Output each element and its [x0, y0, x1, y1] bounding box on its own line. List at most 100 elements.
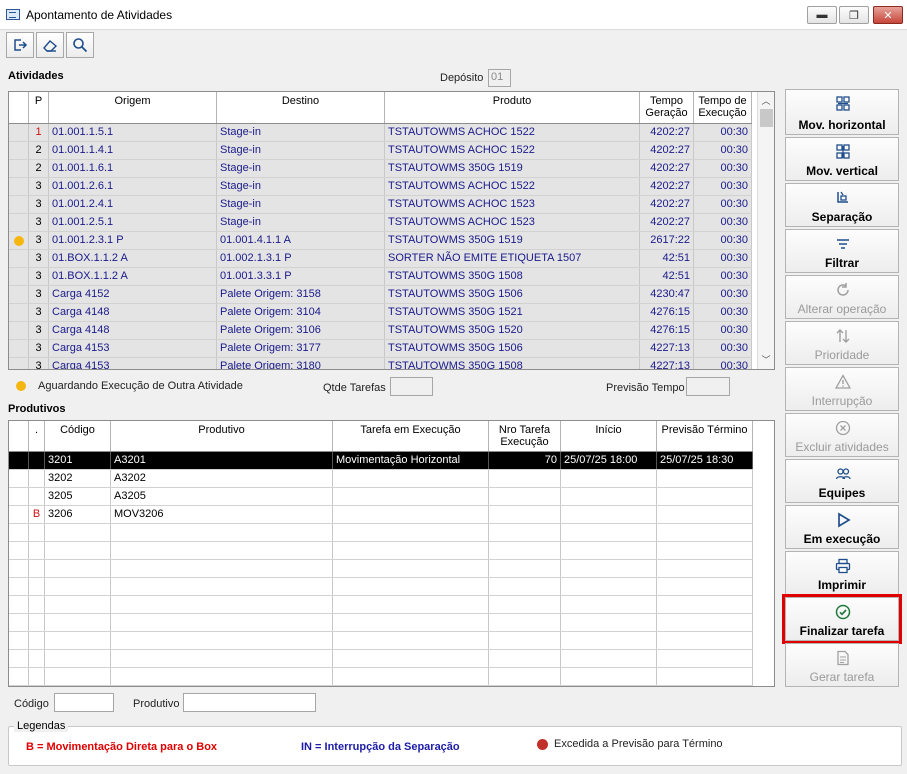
row-indicator	[9, 268, 29, 285]
cell-origem: Carga 4153	[49, 358, 217, 369]
table-row[interactable]: 3201 A3201 Movimentação Horizontal 70 25/07/…	[9, 452, 753, 470]
cell-tempo-geracao: 4202:27	[640, 214, 694, 231]
scroll-up-icon[interactable]: ︿	[758, 92, 774, 109]
mov-horizontal-button[interactable]: Mov. horizontal	[785, 89, 899, 135]
header-nro-tarefa[interactable]: Nro Tarefa Execução	[489, 421, 561, 451]
clear-button[interactable]	[36, 32, 64, 58]
table-row[interactable]: 3 Carga 4153 Palete Origem: 3177 TSTAUTOWMS…	[9, 340, 752, 358]
header-tarefa[interactable]: Tarefa em Execução	[333, 421, 489, 451]
header-tempo-geracao[interactable]: Tempo Geração	[640, 92, 694, 123]
cell-nro-tarefa	[489, 668, 561, 685]
cell-p: 3	[29, 322, 49, 339]
table-row[interactable]: 3 Carga 4148 Palete Origem: 3104 TSTAUTOWMS…	[9, 304, 752, 322]
header-produtivo[interactable]: Produtivo	[111, 421, 333, 451]
cell-tempo-geracao: 4230:47	[640, 286, 694, 303]
table-row[interactable]: 3 01.BOX.1.1.2 A 01.002.1.3.1 P SORTER NÃO …	[9, 250, 752, 268]
legend-b: B = Movimentação Direta para o Box	[26, 741, 218, 753]
table-row[interactable]: 3 01.001.2.3.1 P 01.001.4.1.1 A TSTAUTOWMS …	[9, 232, 752, 250]
header-inicio[interactable]: Início	[561, 421, 657, 451]
table-row[interactable]: 3202 A3202	[9, 470, 753, 488]
equipes-button[interactable]: Equipes	[785, 459, 899, 503]
header-produto[interactable]: Produto	[385, 92, 640, 123]
table-row[interactable]: 3 01.BOX.1.1.2 A 01.001.3.3.1 P TSTAUTOWMS …	[9, 268, 752, 286]
cell-previsao-termino	[657, 596, 753, 613]
header-flag[interactable]: .	[29, 421, 45, 451]
legend-box: B = Movimentação Direta para o Box IN = …	[8, 726, 902, 766]
table-row[interactable]: 2 01.001.1.4.1 Stage-in TSTAUTOWMS ACHOC 15…	[9, 142, 752, 160]
table-row[interactable]: 1 01.001.1.5.1 Stage-in TSTAUTOWMS ACHOC 15…	[9, 124, 752, 142]
row-blank	[9, 470, 29, 487]
close-button[interactable]: ✕	[873, 6, 903, 24]
codigo-filter-input[interactable]	[54, 693, 114, 712]
header-previsao-termino[interactable]: Previsão Término	[657, 421, 753, 451]
cell-produtivo	[111, 632, 333, 649]
header-tempo-execucao[interactable]: Tempo de Execução	[694, 92, 752, 123]
atividades-grid[interactable]: P Origem Destino Produto Tempo Geração T…	[8, 91, 775, 370]
table-row[interactable]: 3 Carga 4152 Palete Origem: 3158 TSTAUTOWMS…	[9, 286, 752, 304]
row-blank	[9, 632, 29, 649]
cell-produto: TSTAUTOWMS 350G 1508	[385, 268, 640, 285]
row-indicator	[9, 232, 29, 249]
header-codigo[interactable]: Código	[45, 421, 111, 451]
marker-legend-text: Aguardando Execução de Outra Atividade	[38, 380, 243, 392]
finalizar-tarefa-button[interactable]: Finalizar tarefa	[782, 594, 902, 644]
cell-inicio	[561, 470, 657, 487]
cell-tempo-execucao: 00:30	[694, 286, 752, 303]
cell-produtivo: A3202	[111, 470, 333, 487]
gerar-tarefa-button[interactable]: Gerar tarefa	[785, 643, 899, 687]
cell-tempo-geracao: 4202:27	[640, 160, 694, 177]
imprimir-button[interactable]: Imprimir	[785, 551, 899, 595]
maximize-button[interactable]: ❐	[839, 6, 869, 24]
alterar-operacao-button[interactable]: Alterar operação	[785, 275, 899, 319]
cell-flag	[29, 524, 45, 541]
empty-row	[9, 524, 753, 542]
header-destino[interactable]: Destino	[217, 92, 385, 123]
table-row[interactable]: B 3206 MOV3206	[9, 506, 753, 524]
side-button-label: Filtrar	[824, 256, 859, 270]
header-origem[interactable]: Origem	[49, 92, 217, 123]
table-row[interactable]: 3205 A3205	[9, 488, 753, 506]
separacao-button[interactable]: Separação	[785, 183, 899, 227]
cell-origem: 01.001.2.6.1	[49, 178, 217, 195]
cell-nro-tarefa	[489, 560, 561, 577]
deposito-field[interactable]: 01	[488, 69, 511, 87]
mov-vertical-button[interactable]: Mov. vertical	[785, 137, 899, 181]
cell-p: 3	[29, 340, 49, 357]
table-row[interactable]: 3 Carga 4148 Palete Origem: 3106 TSTAUTOWMS…	[9, 322, 752, 340]
cell-produtivo: A3205	[111, 488, 333, 505]
table-row[interactable]: 3 01.001.2.5.1 Stage-in TSTAUTOWMS ACHOC 15…	[9, 214, 752, 232]
cell-flag	[29, 632, 45, 649]
interrupcao-button[interactable]: Interrupção	[785, 367, 899, 411]
exit-button[interactable]	[6, 32, 34, 58]
produtivos-label: Produtivos	[8, 403, 66, 415]
table-row[interactable]: 3 01.001.2.4.1 Stage-in TSTAUTOWMS ACHOC 15…	[9, 196, 752, 214]
scroll-thumb[interactable]	[760, 109, 773, 127]
cell-flag	[29, 488, 45, 505]
header-p[interactable]: P	[29, 92, 49, 123]
prioridade-button[interactable]: Prioridade	[785, 321, 899, 365]
row-blank	[9, 542, 29, 559]
scroll-down-icon[interactable]: ﹀	[758, 351, 774, 368]
table-row[interactable]: 3 Carga 4153 Palete Origem: 3180 TSTAUTOWMS…	[9, 358, 752, 369]
cell-nro-tarefa: 70	[489, 452, 561, 469]
search-button[interactable]	[66, 32, 94, 58]
atividades-scrollbar[interactable]: ︿ ﹀	[757, 92, 774, 369]
eraser-icon	[43, 40, 58, 52]
empty-row	[9, 542, 753, 560]
produtivo-filter-input[interactable]	[183, 693, 316, 712]
cell-tempo-execucao: 00:30	[694, 232, 752, 249]
table-row[interactable]: 3 01.001.2.6.1 Stage-in TSTAUTOWMS ACHOC 15…	[9, 178, 752, 196]
cell-inicio	[561, 650, 657, 667]
qtde-tarefas-label: Qtde Tarefas	[323, 382, 386, 394]
em-execucao-button[interactable]: Em execução	[785, 505, 899, 549]
excluir-atividades-button[interactable]: Excluir atividades	[785, 413, 899, 457]
produtivo-filter-label: Produtivo	[133, 698, 180, 710]
cell-produtivo	[111, 524, 333, 541]
filtrar-button[interactable]: Filtrar	[785, 229, 899, 273]
minimize-button[interactable]: ▬	[807, 6, 837, 24]
cell-origem: 01.001.1.6.1	[49, 160, 217, 177]
produtivos-grid[interactable]: . Código Produtivo Tarefa em Execução Nr…	[8, 420, 775, 687]
cell-origem: Carga 4148	[49, 322, 217, 339]
row-blank	[9, 596, 29, 613]
table-row[interactable]: 2 01.001.1.6.1 Stage-in TSTAUTOWMS 350G 151…	[9, 160, 752, 178]
